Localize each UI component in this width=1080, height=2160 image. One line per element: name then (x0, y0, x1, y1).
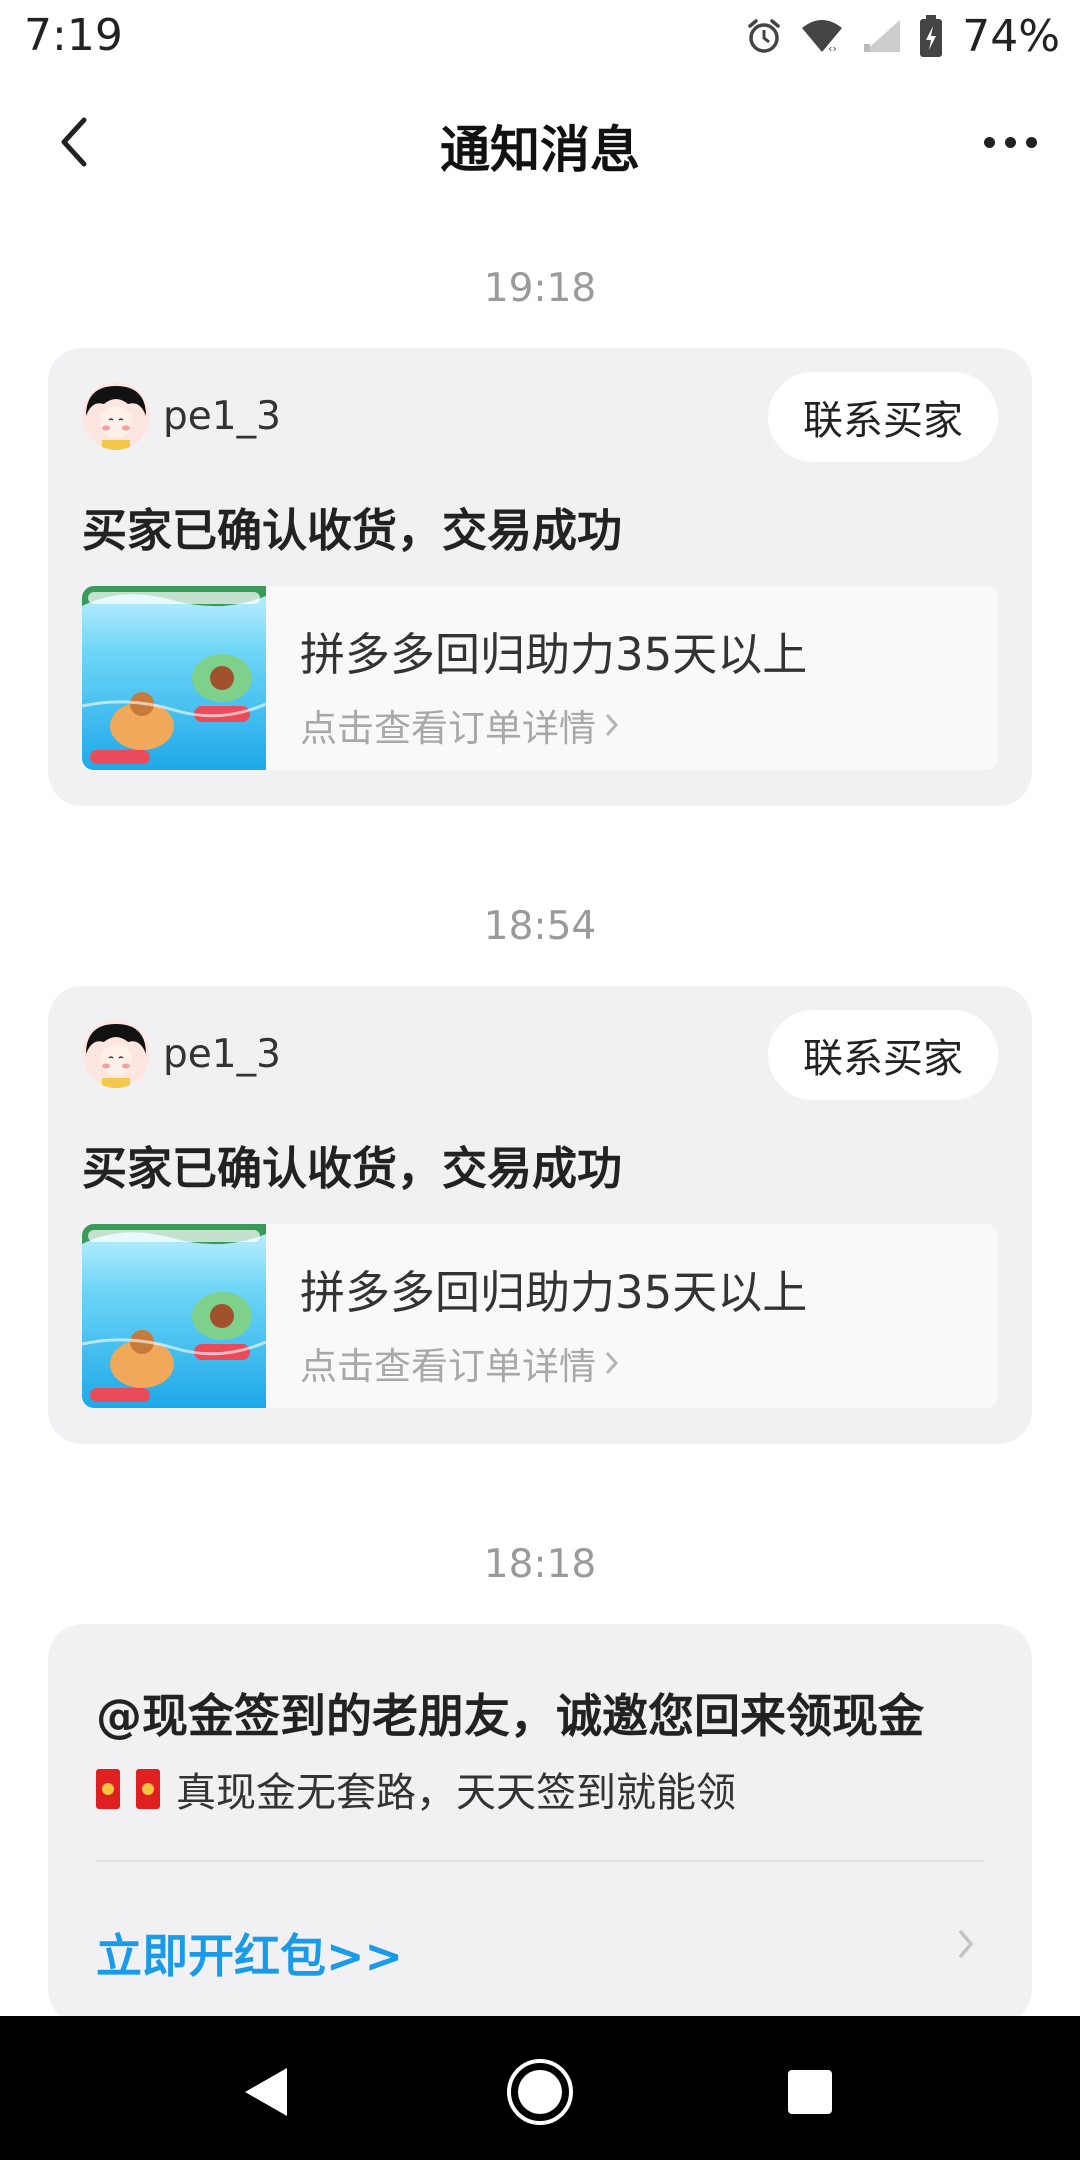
promo-title: @现金签到的老朋友，诚邀您回来领现金 (96, 1689, 924, 1743)
battery-icon (918, 14, 944, 58)
open-red-packet-link[interactable]: 立即开红包>> (96, 1920, 403, 1986)
more-options-button[interactable] (970, 112, 1050, 172)
red-envelope-icon (96, 1769, 120, 1809)
notification-title: 买家已确认收货，交易成功 (82, 1142, 623, 1195)
system-back-button[interactable] (226, 2052, 306, 2132)
wifi-icon: ‹› (798, 16, 846, 56)
alarm-icon (744, 16, 784, 56)
svg-text:‹›: ‹› (828, 42, 837, 55)
view-order-details-link[interactable]: 点击查看订单详情 (300, 1336, 620, 1390)
system-recents-button[interactable] (770, 2052, 850, 2132)
triangle-back-icon (245, 2068, 287, 2116)
order-item[interactable]: 拼多多回归助力35天以上 点击查看订单详情 (82, 1224, 998, 1408)
product-name: 拼多多回归助力35天以上 (300, 628, 808, 681)
promo-subtitle-row: 真现金无套路，天天签到就能领 (96, 1760, 736, 1818)
order-notification-card[interactable]: pe1_3 联系买家 买家已确认收货，交易成功 拼多多回归助力35天以上 点击查… (48, 986, 1032, 1444)
order-notification-card[interactable]: pe1_3 联系买家 买家已确认收货，交易成功 拼多多回归助力35天以上 点击查… (48, 348, 1032, 806)
notification-title: 买家已确认收货，交易成功 (82, 504, 623, 557)
signal-icon (860, 16, 904, 56)
view-order-details-label: 点击查看订单详情 (300, 707, 596, 750)
avatar (82, 382, 150, 450)
chevron-right-icon (956, 1926, 976, 1966)
battery-percent: 74% (962, 10, 1060, 62)
more-dot (1004, 136, 1016, 148)
product-thumbnail (82, 586, 267, 770)
view-order-details-link[interactable]: 点击查看订单详情 (300, 698, 620, 752)
chevron-right-icon (605, 1351, 619, 1375)
view-order-details-label: 点击查看订单详情 (300, 1345, 596, 1388)
status-bar: 7:19 ‹› 74% (0, 0, 1080, 72)
avatar (82, 1020, 150, 1088)
page-title: 通知消息 (440, 121, 640, 179)
nav-bar: 通知消息 (0, 72, 1080, 212)
promo-subtitle: 真现金无套路，天天签到就能领 (176, 1770, 736, 1816)
status-time: 7:19 (24, 10, 123, 61)
promo-card[interactable]: @现金签到的老朋友，诚邀您回来领现金 真现金无套路，天天签到就能领 立即开红包>… (48, 1624, 1032, 2024)
circle-home-icon (507, 2059, 573, 2125)
square-recents-icon (788, 2070, 832, 2114)
system-home-button[interactable] (500, 2052, 580, 2132)
message-timestamp: 18:18 (483, 1542, 597, 1587)
buyer-username: pe1_3 (163, 394, 281, 439)
message-timestamp: 18:54 (483, 904, 597, 949)
more-dot (1025, 136, 1037, 148)
red-envelope-icon (136, 1769, 160, 1809)
chevron-right-icon (605, 713, 619, 737)
order-item[interactable]: 拼多多回归助力35天以上 点击查看订单详情 (82, 586, 998, 770)
contact-buyer-button[interactable]: 联系买家 (768, 372, 998, 462)
product-name: 拼多多回归助力35天以上 (300, 1266, 808, 1319)
more-dots-icon (983, 136, 995, 148)
buyer-username: pe1_3 (163, 1032, 281, 1077)
message-timestamp: 19:18 (483, 266, 597, 311)
system-navigation-bar (0, 2016, 1080, 2160)
contact-buyer-button[interactable]: 联系买家 (768, 1010, 998, 1100)
status-icons: ‹› 74% (744, 8, 1060, 64)
divider (96, 1860, 984, 1862)
product-thumbnail (82, 1224, 267, 1408)
